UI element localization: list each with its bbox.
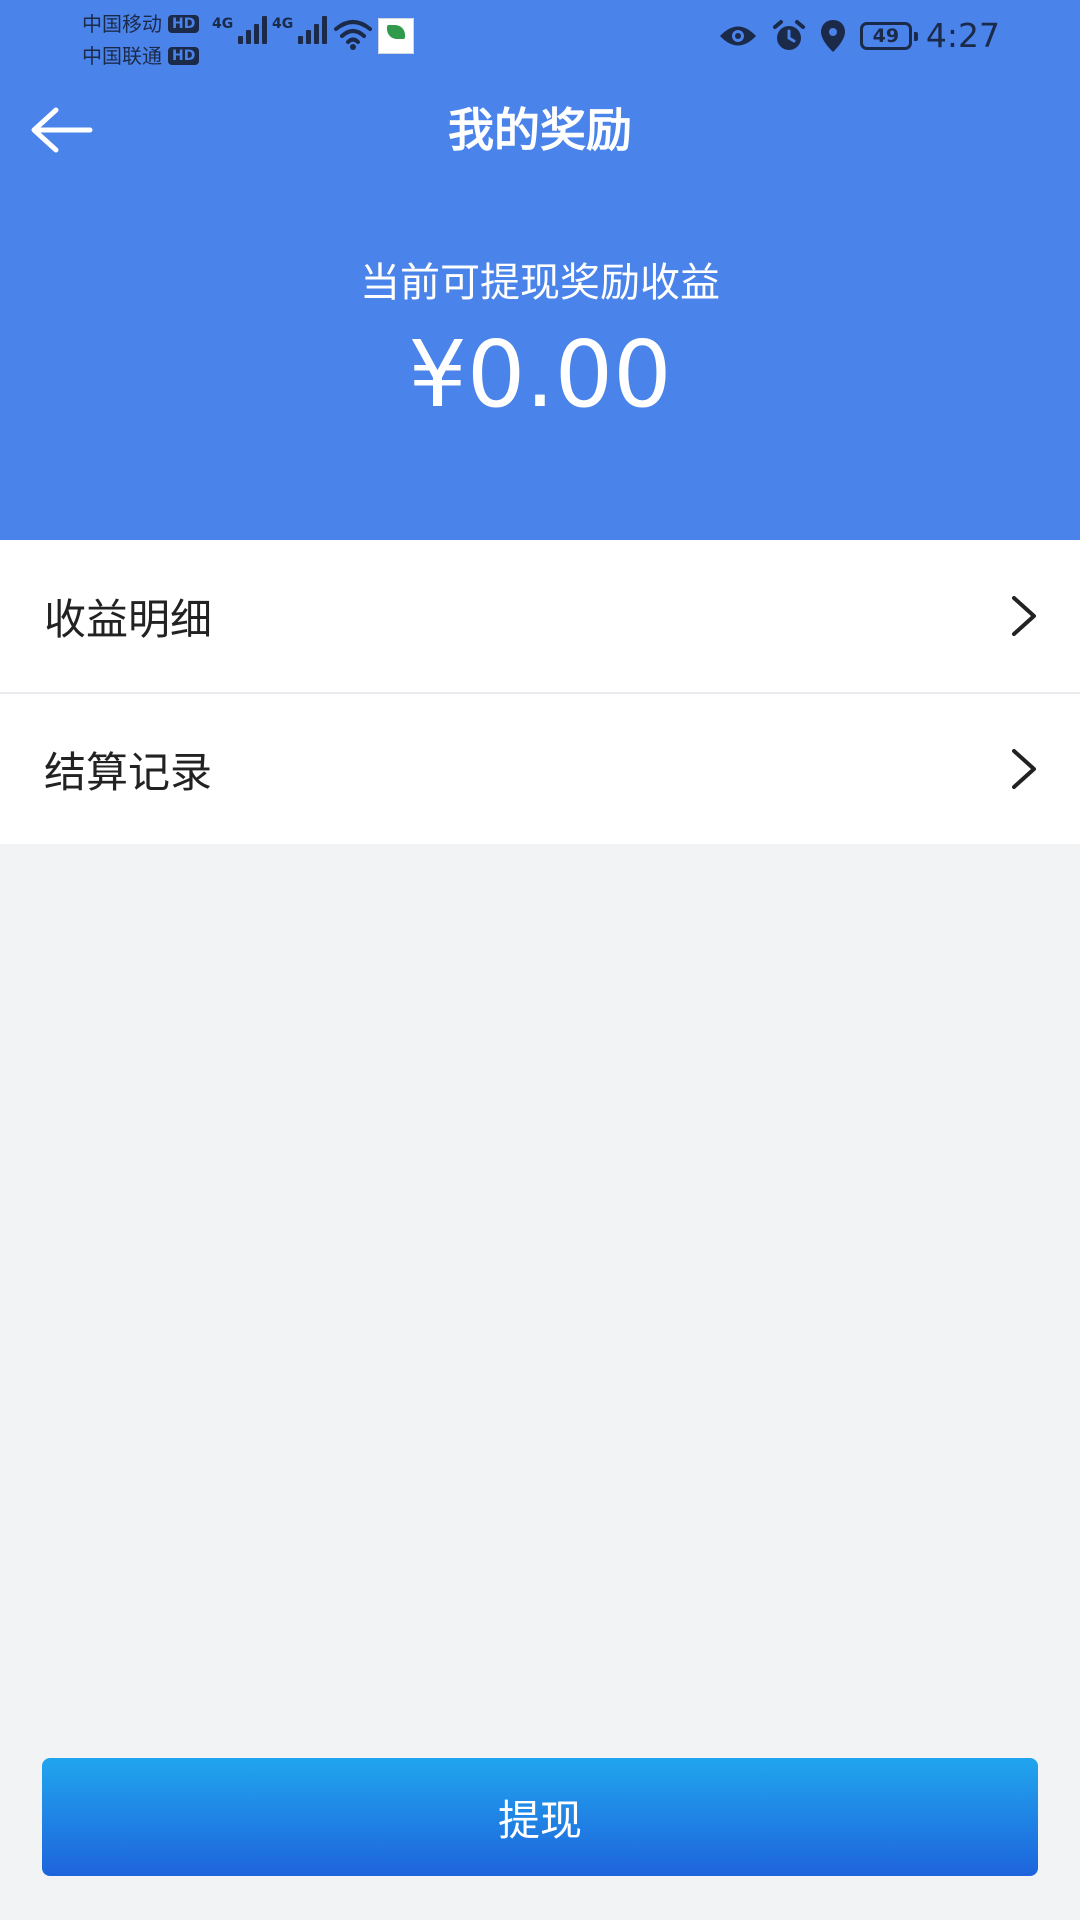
list-item-label: 收益明细 [44,594,213,644]
wifi-icon [334,20,372,50]
carrier-info: 中国移动 HD 中国联通 HD [82,8,200,72]
alarm-icon [772,19,805,50]
hd-badge: HD [168,47,200,65]
status-bar: 中国移动 HD 中国联通 HD 4G 4G 49 4:27 [0,0,1080,72]
withdrawable-label: 当前可提现奖励收益 [360,260,720,306]
battery-level: 49 [872,24,900,47]
list-item-earnings-detail[interactable]: 收益明细 [0,540,1080,692]
signal-2-icon: 4G [272,16,328,44]
eye-icon [719,26,756,45]
location-icon [820,19,845,52]
list-item-settlement-records[interactable]: 结算记录 [0,692,1080,844]
signal-1-icon: 4G [212,16,268,44]
clock: 4:27 [925,16,1000,55]
hd-badge: HD [168,15,200,33]
list-item-label: 结算记录 [44,747,213,797]
chevron-right-icon [1012,596,1036,636]
battery-icon: 49 [859,21,918,50]
reward-amount: ¥0.00 [408,321,672,428]
chevron-right-icon [1012,749,1036,789]
carrier-2-name: 中国联通 [82,44,162,68]
withdraw-button[interactable]: 提现 [42,1758,1038,1876]
menu-list: 收益明细 结算记录 [0,540,1080,844]
app-notification-icon [378,18,414,54]
carrier-1-name: 中国移动 [82,12,162,36]
page-title: 我的奖励 [448,103,632,157]
